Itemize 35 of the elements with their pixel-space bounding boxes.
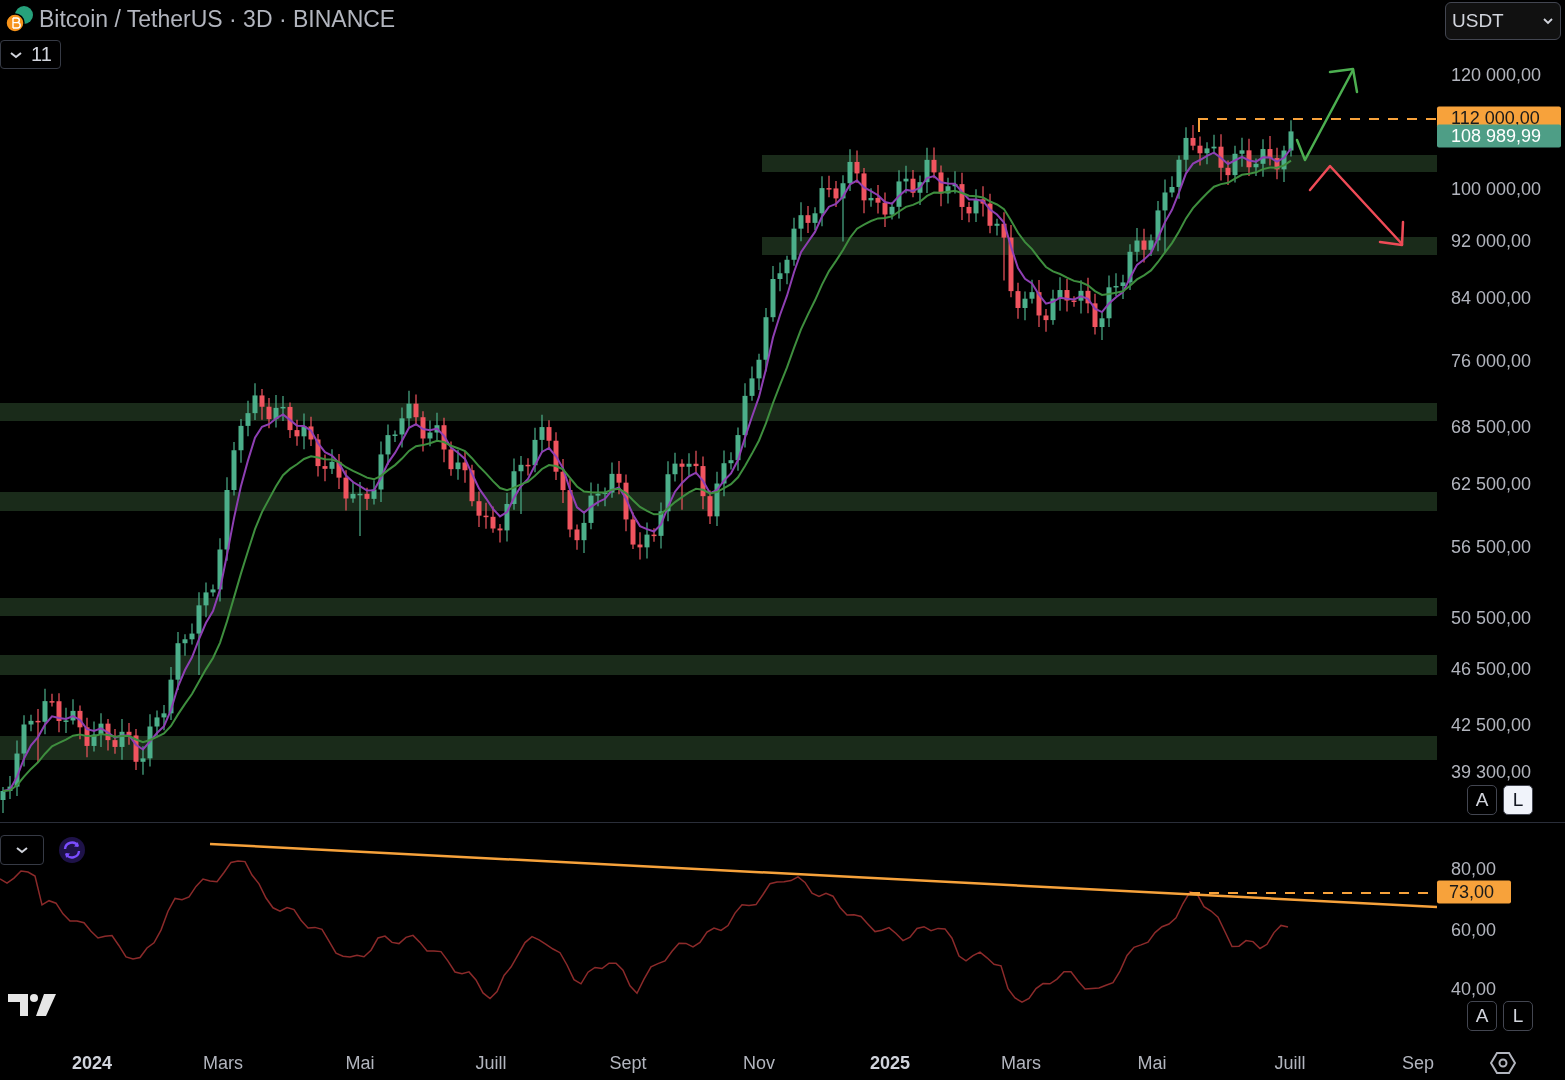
indicators-toggle[interactable]: 11 xyxy=(0,40,61,69)
price-tick-label: 92 000,00 xyxy=(1451,230,1532,252)
price-tick-label: 56 500,00 xyxy=(1451,536,1532,558)
time-axis-label: 2025 xyxy=(870,1053,910,1074)
rsi-level-label: 73,00 xyxy=(1437,880,1511,904)
time-axis-label: Nov xyxy=(743,1053,775,1074)
log-scale-button[interactable]: L xyxy=(1503,1001,1533,1031)
price-tick-label: 39 300,00 xyxy=(1451,761,1532,783)
price-tick-label: 76 000,00 xyxy=(1451,350,1532,372)
time-axis-label: Mai xyxy=(345,1053,375,1074)
auto-scale-button[interactable]: A xyxy=(1467,785,1497,815)
rsi-tick-label: 80,00 xyxy=(1451,858,1497,880)
price-tick-label: 84 000,00 xyxy=(1451,287,1532,309)
time-axis-label: Juill xyxy=(475,1053,507,1074)
price-tick-label: 100 000,00 xyxy=(1451,178,1542,200)
price-tick-label: 46 500,00 xyxy=(1451,658,1532,680)
symbol-title: Bitcoin / TetherUS · 3D · BINANCE xyxy=(39,5,396,33)
price-tick-label: 68 500,00 xyxy=(1451,416,1532,438)
time-axis-label: Mars xyxy=(1001,1053,1041,1074)
time-axis-label: 2024 xyxy=(72,1053,112,1074)
time-axis-label: Sep xyxy=(1402,1053,1434,1074)
time-axis-label: Juill xyxy=(1274,1053,1306,1074)
log-scale-button[interactable]: L xyxy=(1503,785,1533,815)
auto-scale-button[interactable]: A xyxy=(1467,1001,1497,1031)
currency-dropdown[interactable]: USDT xyxy=(1445,2,1561,40)
price-tick-label: 42 500,00 xyxy=(1451,714,1532,736)
time-axis-label: Sept xyxy=(609,1053,647,1074)
price-tick-label: 120 000,00 xyxy=(1451,64,1542,86)
rsi-tick-label: 60,00 xyxy=(1451,919,1497,941)
rsi-tick-label: 40,00 xyxy=(1451,978,1497,1000)
time-axis-label: Mars xyxy=(203,1053,243,1074)
time-axis-label: Mai xyxy=(1137,1053,1167,1074)
last-price-label: 108 989,99 xyxy=(1437,124,1561,148)
price-tick-label: 62 500,00 xyxy=(1451,473,1532,495)
price-tick-label: 50 500,00 xyxy=(1451,607,1532,629)
